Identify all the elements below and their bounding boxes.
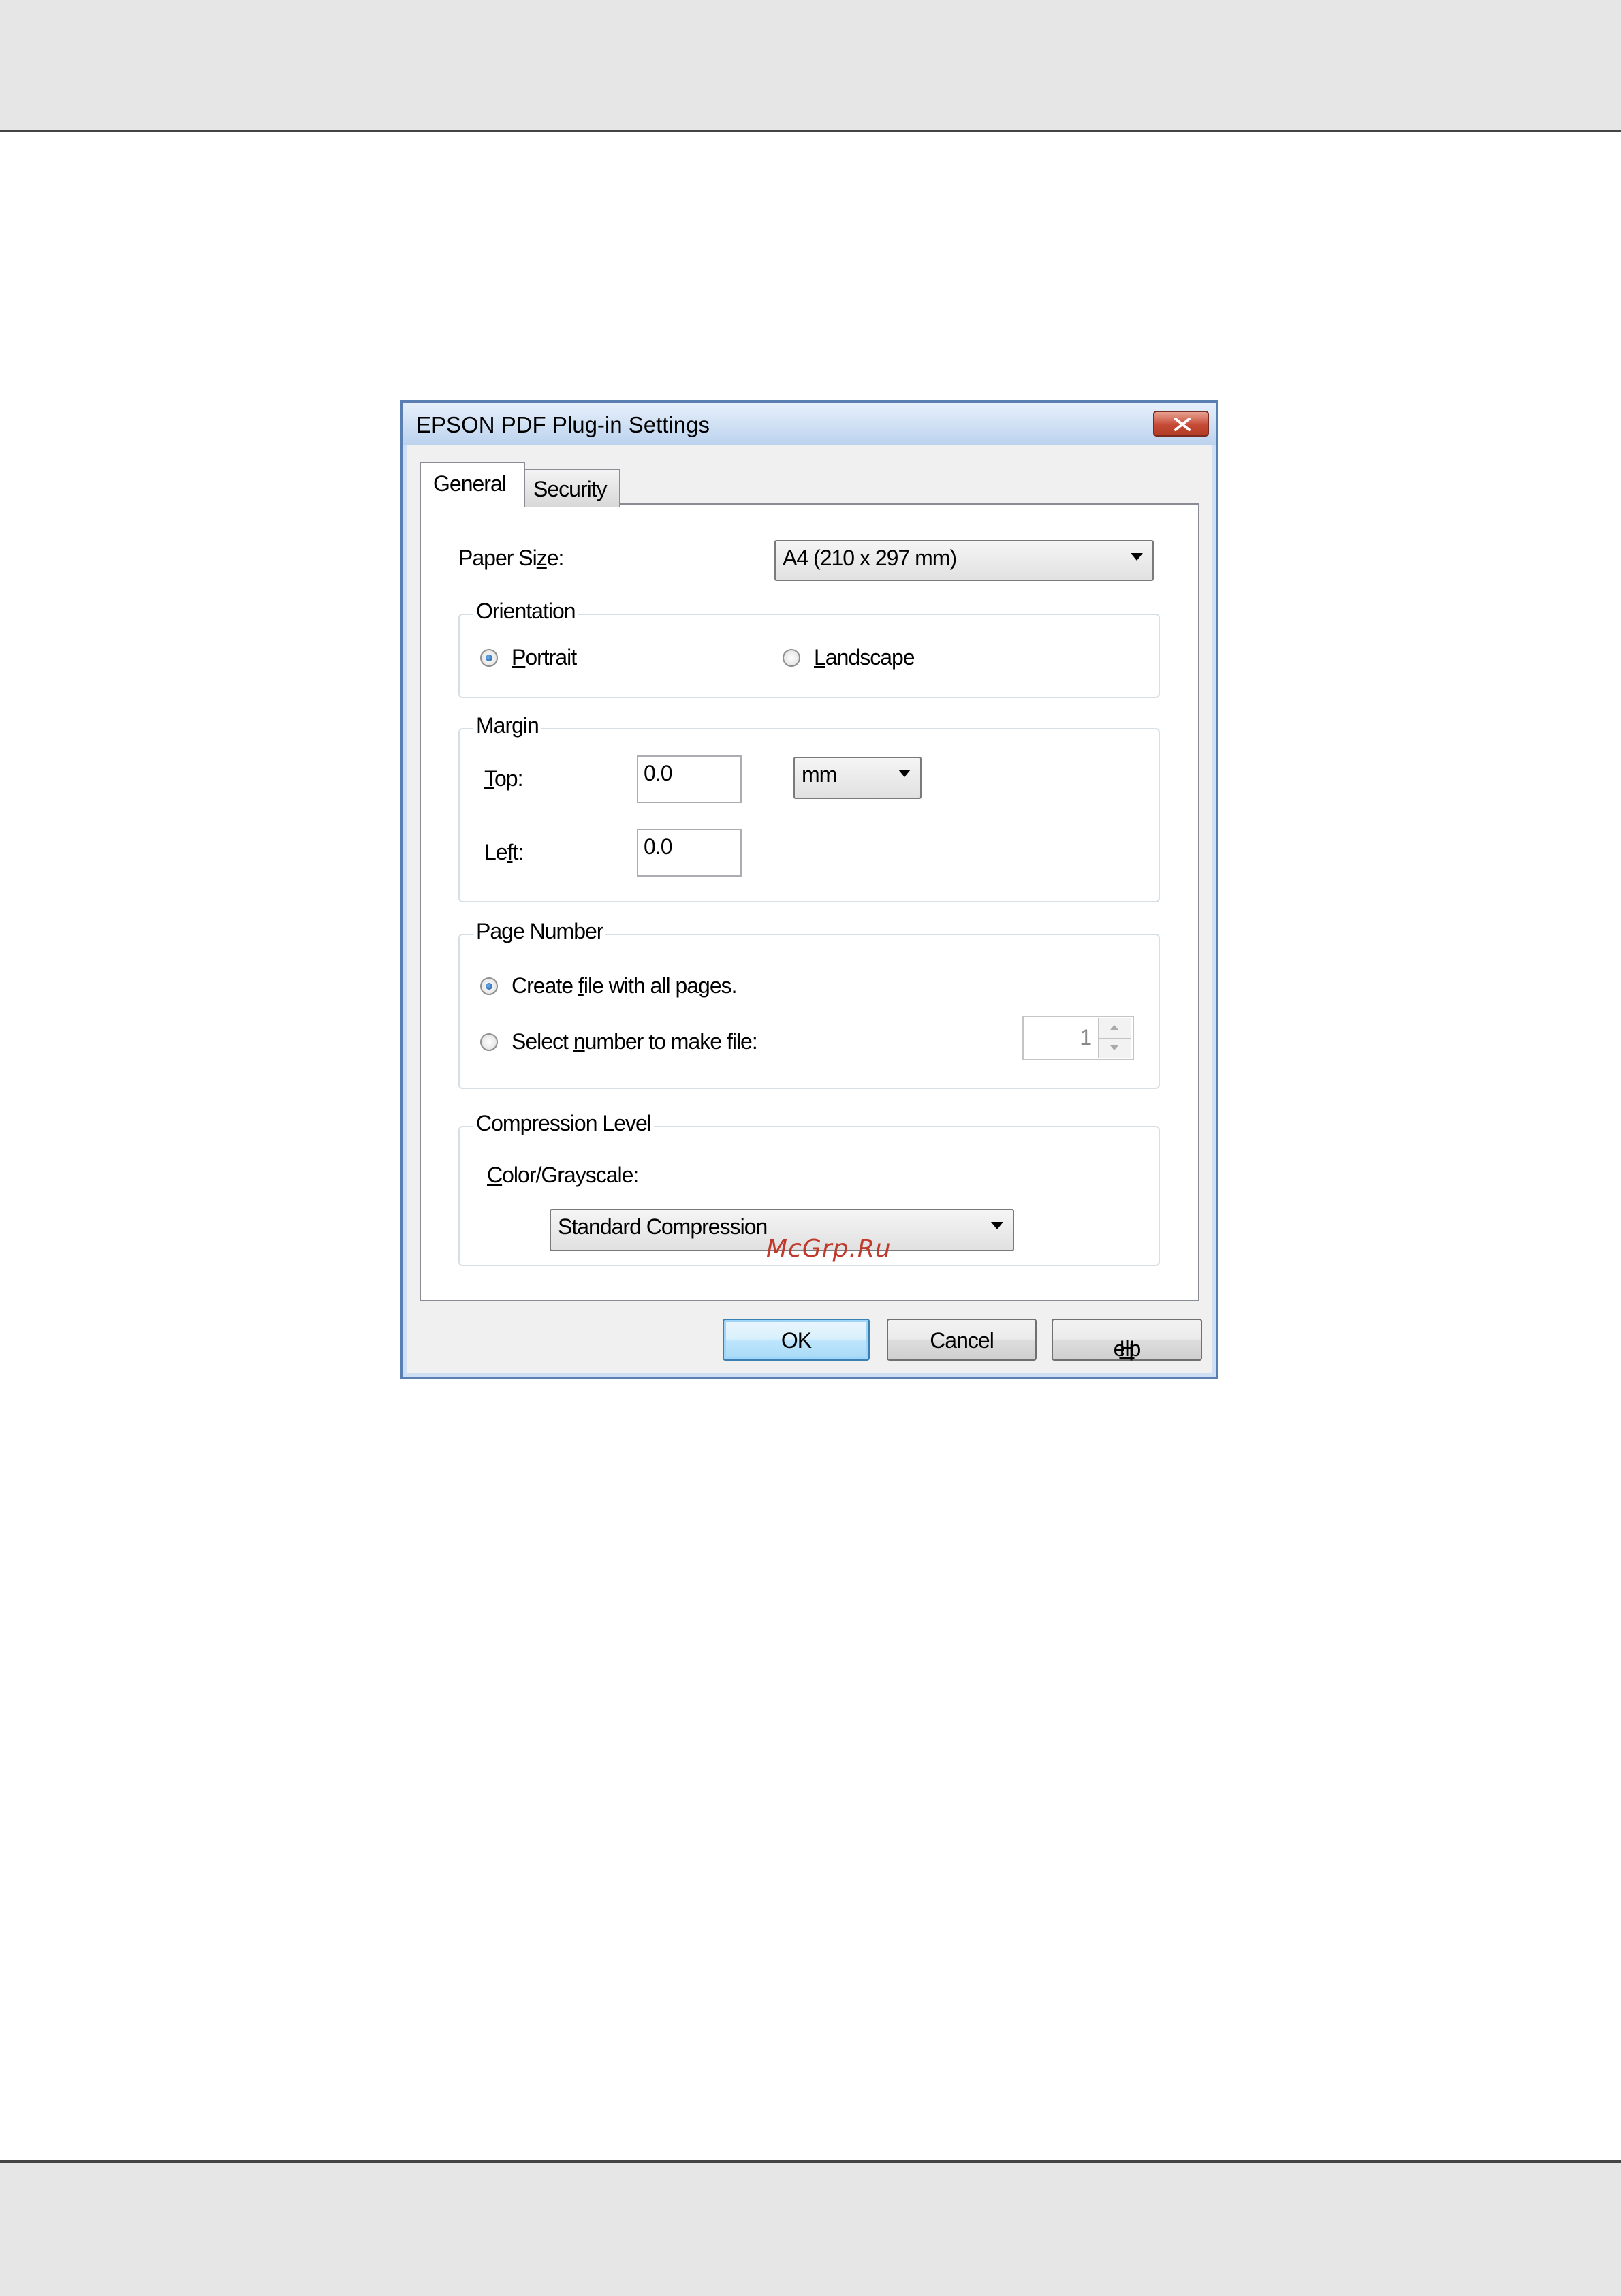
tab-security-label: Security (533, 477, 608, 501)
chevron-down-icon (991, 1222, 1003, 1229)
margin-top-label: Top: (484, 766, 523, 791)
color-grayscale-label: Color/Grayscale: (487, 1163, 639, 1187)
ok-button-label: OK (781, 1328, 812, 1353)
compression-value: Standard Compression (558, 1214, 768, 1239)
margin-left-value: 0.0 (644, 834, 672, 859)
select-number-radio[interactable] (480, 1033, 498, 1051)
tab-general[interactable]: General (420, 462, 525, 507)
cancel-button-label: Cancel (930, 1328, 994, 1353)
margin-left-input[interactable]: 0.0 (637, 829, 742, 877)
all-pages-label[interactable]: Create file with all pages. (512, 973, 738, 998)
margin-unit-select[interactable]: mm (793, 757, 922, 799)
cancel-button[interactable]: Cancel (887, 1319, 1037, 1361)
landscape-label[interactable]: Landscape (814, 645, 915, 670)
page-number-legend: Page Number (473, 919, 606, 944)
margin-legend: Margin (473, 713, 541, 738)
margin-group: Margin Top: 0.0 mm Left: 0.0 (458, 713, 1160, 902)
paper-size-label: Paper Size: (458, 546, 564, 570)
close-icon (1174, 418, 1191, 431)
ok-button[interactable]: OK (723, 1319, 870, 1361)
general-tab-panel: Paper Size: A4 (210 x 297 mm) Orientatio… (420, 503, 1199, 1301)
paper-size-value: A4 (210 x 297 mm) (783, 546, 957, 570)
margin-left-label: Left: (484, 840, 524, 864)
select-number-label[interactable]: Select number to make file: (512, 1029, 758, 1054)
chevron-down-icon (898, 770, 911, 777)
chevron-down-icon (1131, 553, 1143, 561)
page-header-band (0, 0, 1621, 132)
tab-security[interactable]: Security (525, 469, 620, 507)
orientation-legend: Orientation (473, 599, 578, 624)
title-bar[interactable]: EPSON PDF Plug-in Settings (403, 403, 1216, 445)
portrait-label[interactable]: Portrait (512, 645, 577, 670)
margin-top-value: 0.0 (644, 761, 672, 785)
dialog-title: EPSON PDF Plug-in Settings (416, 412, 710, 437)
help-button[interactable]: Help (1052, 1319, 1202, 1361)
landscape-radio[interactable] (783, 649, 800, 667)
all-pages-radio[interactable] (480, 977, 498, 995)
spinner-arrows-icon[interactable] (1098, 1018, 1131, 1058)
paper-size-select[interactable]: A4 (210 x 297 mm) (774, 540, 1154, 581)
page-number-group: Page Number Create file with all pages. … (458, 919, 1160, 1089)
watermark-text: McGrp.Ru (766, 1235, 892, 1263)
page-number-spinner[interactable]: 1 (1022, 1016, 1134, 1060)
orientation-group: Orientation Portrait Landscape (458, 599, 1160, 698)
margin-unit-value: mm (802, 762, 837, 787)
page-footer-band (0, 2160, 1621, 2296)
portrait-radio[interactable] (480, 649, 498, 667)
compression-legend: Compression Level (473, 1111, 654, 1136)
settings-dialog: EPSON PDF Plug-in Settings General Secur… (400, 400, 1218, 1379)
close-button[interactable] (1153, 411, 1209, 437)
spinner-value: 1 (1080, 1025, 1092, 1050)
margin-top-input[interactable]: 0.0 (637, 755, 742, 803)
tab-general-label: General (433, 471, 507, 496)
